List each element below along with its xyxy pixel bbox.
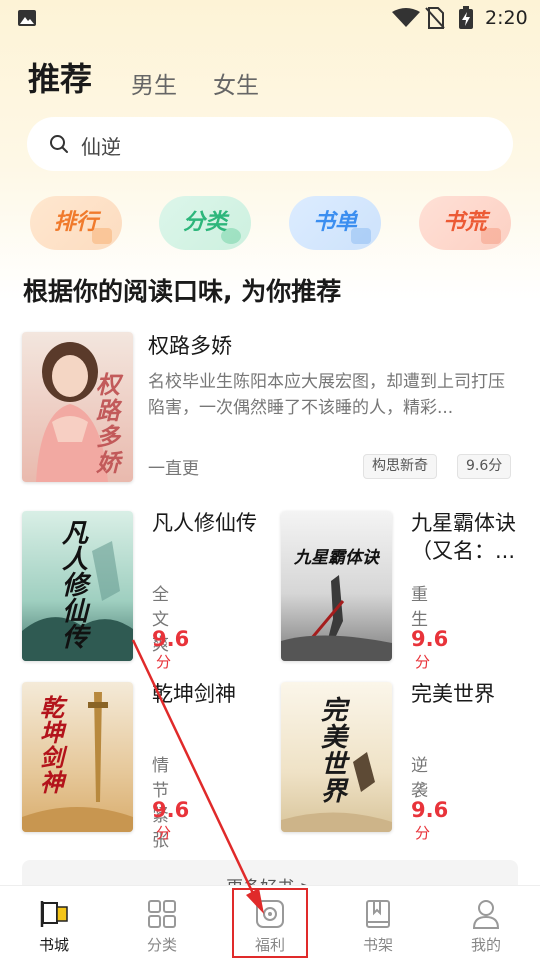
nav-bookstore[interactable]: 书城: [0, 886, 108, 960]
book-shortage-label: 书荒: [442, 210, 487, 235]
featured-description: 名校毕业生陈阳本应大展宏图，却遭到上司打压陷害，一次偶然睡了不该睡的人，精彩..…: [148, 372, 505, 418]
search-input[interactable]: 仙逆: [81, 131, 121, 160]
nav-bookshelf[interactable]: 书架: [324, 886, 432, 960]
book-score-value: 9.6: [411, 798, 449, 822]
book-title[interactable]: 完美世界: [411, 680, 526, 708]
book-cover-art: [281, 511, 392, 661]
book-title[interactable]: 九星霸体诀（又名：...: [411, 509, 526, 565]
booklist-button[interactable]: 书单: [289, 196, 381, 250]
highlight-box: [232, 888, 308, 958]
booklist-label: 书单: [312, 210, 357, 235]
featured-cover[interactable]: 权路多娇: [22, 332, 133, 482]
grid-icon: [148, 900, 176, 928]
nav-mine[interactable]: 我的: [432, 886, 540, 960]
tab-male[interactable]: 男生: [131, 66, 177, 100]
book-title[interactable]: 凡人修仙传: [152, 509, 267, 537]
status-bar: 2:20: [0, 0, 540, 36]
book-cover[interactable]: 完美世界: [281, 682, 392, 832]
status-time: 2:20: [485, 7, 528, 29]
search-icon: [50, 135, 68, 153]
battery-charging-icon: [459, 6, 473, 29]
book-score-value: 9.6: [411, 627, 449, 651]
book-score: 9.6 分: [152, 627, 189, 672]
ranking-button[interactable]: 排行: [30, 196, 122, 250]
book-cover[interactable]: 凡人修仙传: [22, 511, 133, 661]
book-title[interactable]: 乾坤剑神: [152, 680, 267, 708]
book-score-value: 9.6: [152, 798, 190, 822]
image-notification-icon: [18, 10, 36, 26]
tab-female[interactable]: 女生: [213, 66, 259, 100]
book-score-unit: 分: [415, 824, 431, 842]
book-score-unit: 分: [415, 653, 431, 671]
book-cover-art: [22, 682, 133, 832]
featured-status: 一直更: [148, 459, 199, 479]
book-tag: 重生: [411, 585, 428, 630]
book-cover-text: 乾坤剑神: [40, 694, 64, 797]
search-bar[interactable]: 仙逆: [27, 117, 513, 171]
book-cover[interactable]: 九星霸体诀: [281, 511, 392, 661]
user-icon: [472, 900, 500, 929]
featured-title[interactable]: 权路多娇: [148, 330, 232, 360]
nav-category[interactable]: 分类: [108, 886, 216, 960]
book-score-value: 9.6: [152, 627, 190, 651]
book-cover-text: 完美世界: [321, 696, 348, 807]
book-score-unit: 分: [156, 824, 172, 842]
book-score: 9.6 分: [411, 798, 448, 843]
book-cover-text: 凡人修仙传: [62, 519, 89, 653]
nav-bookshelf-label: 书架: [362, 936, 393, 954]
no-sim-icon: [425, 7, 445, 29]
featured-cover-text: 权路多娇: [96, 371, 120, 477]
wifi-icon: [392, 8, 420, 27]
book-icon: [366, 900, 390, 928]
ranking-label: 排行: [53, 210, 98, 235]
book-tag: 逆袭: [411, 756, 428, 801]
nav-bookstore-label: 书城: [38, 936, 69, 954]
section-title: 根据你的阅读口味, 为你推荐: [23, 277, 342, 306]
featured-score-tag: 9.6分: [457, 454, 512, 479]
book-score-unit: 分: [156, 653, 172, 671]
tab-recommend[interactable]: 推荐: [28, 54, 92, 100]
featured-tag: 构思新奇: [363, 454, 437, 479]
nav-category-label: 分类: [146, 936, 177, 954]
book-score: 9.6 分: [152, 798, 189, 843]
book-shortage-button[interactable]: 书荒: [419, 196, 511, 250]
book-cover-text: 九星霸体诀: [294, 548, 379, 568]
book-cover[interactable]: 乾坤剑神: [22, 682, 133, 832]
category-button[interactable]: 分类: [159, 196, 251, 250]
flag-icon: [40, 901, 68, 927]
nav-mine-label: 我的: [470, 936, 501, 954]
category-label: 分类: [182, 210, 227, 235]
book-score: 9.6 分: [411, 627, 448, 672]
